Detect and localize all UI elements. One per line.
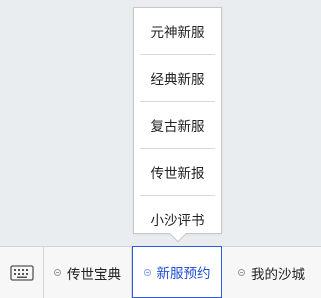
bottom-menu-bar: 传世宝典 新服预约 我的沙城	[0, 246, 321, 298]
menu-dot-icon	[143, 268, 151, 276]
menu-dot-icon	[54, 269, 61, 276]
tab-label: 新服预约	[156, 266, 211, 282]
tab-xinfu-yuyue[interactable]: 新服预约	[132, 246, 222, 298]
submenu-item-fugu[interactable]: 复古新服	[134, 102, 221, 148]
tab-wode-shacheng[interactable]: 我的沙城	[222, 247, 321, 298]
submenu-item-jingdian[interactable]: 经典新服	[134, 55, 221, 101]
tab-label: 我的沙城	[251, 266, 305, 283]
tab-chuanshi-baodian[interactable]: 传世宝典	[44, 247, 132, 298]
keyboard-toggle-button[interactable]	[0, 247, 44, 298]
menu-dot-icon	[238, 269, 245, 276]
submenu-item-yuanshen[interactable]: 元神新服	[134, 8, 221, 54]
keyboard-icon	[9, 264, 34, 281]
chat-screen: 元神新服 经典新服 复古新服 传世新报 小沙评书 传世宝典 新服预约 我的沙城	[0, 0, 321, 298]
submenu-popup: 元神新服 经典新服 复古新服 传世新报 小沙评书	[133, 7, 222, 243]
tab-label: 传世宝典	[67, 266, 121, 283]
submenu-item-chuanshi-news[interactable]: 传世新报	[134, 149, 221, 195]
